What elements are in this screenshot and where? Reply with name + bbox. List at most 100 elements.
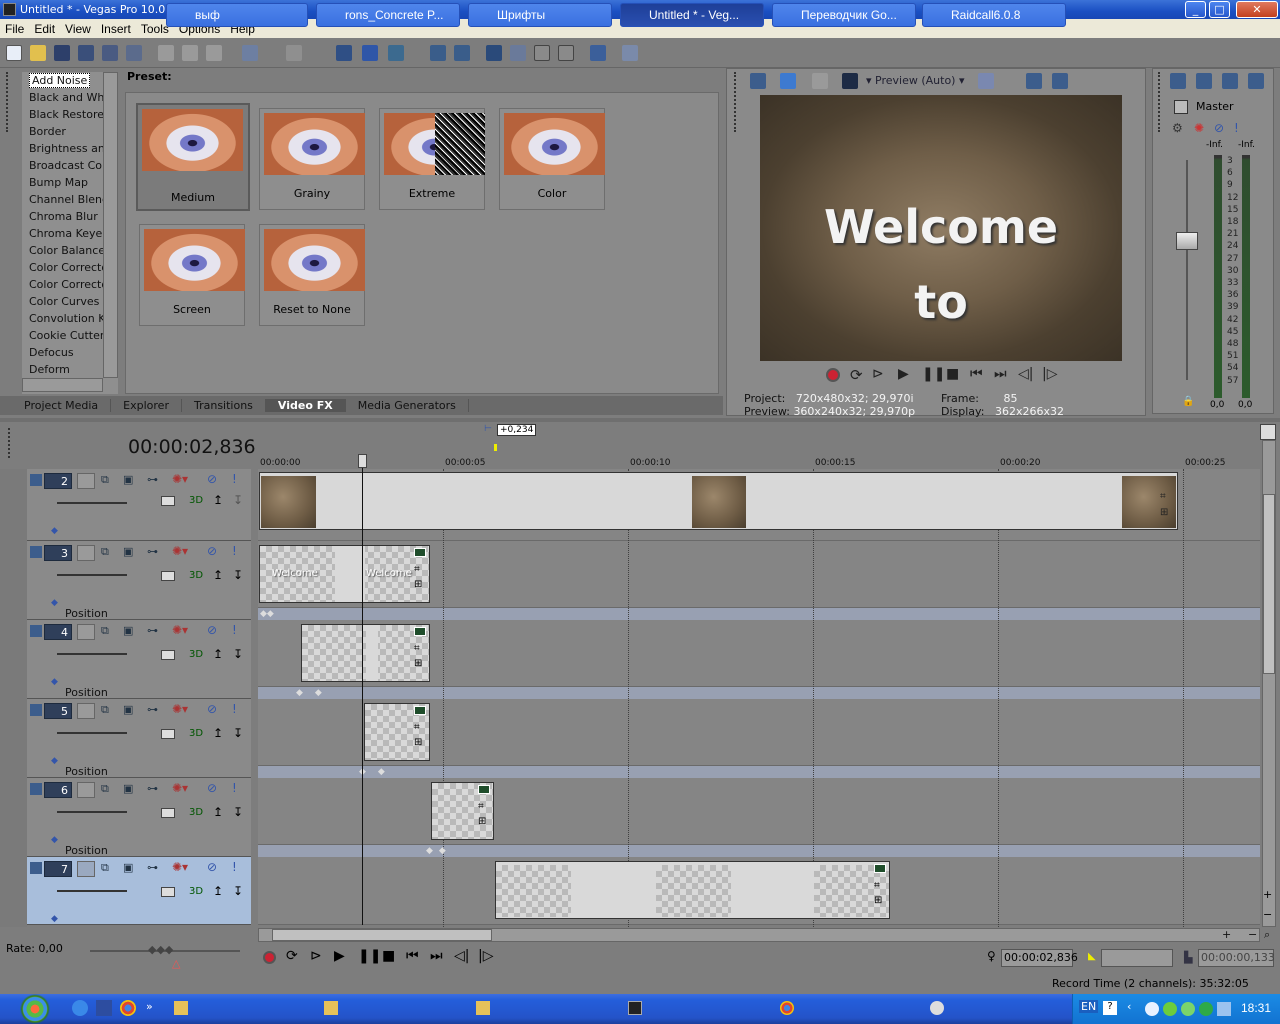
desktop-quicklaunch-icon[interactable] (96, 1000, 112, 1016)
expand-keyframes-icon[interactable]: ◆ (51, 526, 58, 536)
menu-edit[interactable]: Edit (29, 22, 60, 36)
split-screen-icon[interactable] (812, 73, 828, 89)
save-as-icon[interactable] (78, 45, 94, 61)
event-fx-icon[interactable]: ⊞ (414, 658, 422, 669)
taskbar-button-translator[interactable]: Переводчик Go... (772, 3, 916, 27)
zoom-out-horizontal-icon[interactable]: − (1248, 928, 1257, 941)
cursor-handle[interactable] (358, 454, 367, 468)
preview-quality-dropdown[interactable]: ▾ Preview (Auto) ▾ (866, 74, 965, 87)
keyframe-icon[interactable]: ◆◆ (260, 609, 274, 619)
next-frame-icon[interactable]: |▷ (1042, 366, 1057, 382)
make-compositing-parent-icon[interactable]: ↥ (213, 805, 223, 819)
marker-bar-toggle-icon[interactable] (1260, 424, 1276, 440)
make-compositing-parent-icon[interactable]: ↥ (213, 493, 223, 507)
generated-media-icon[interactable] (874, 864, 886, 873)
parent-overlay-icon[interactable]: ⊶ (147, 473, 158, 486)
level-slider[interactable] (57, 726, 127, 734)
level-slider[interactable] (57, 647, 127, 655)
tab-video-fx[interactable]: Video FX (265, 399, 346, 412)
parent-overlay-icon[interactable]: ⊶ (147, 545, 158, 558)
preset-color[interactable]: Color (499, 108, 605, 210)
selection-start-field[interactable] (1101, 949, 1173, 967)
help-icon[interactable] (622, 45, 638, 61)
level-slider[interactable] (57, 496, 127, 504)
record-icon[interactable] (826, 368, 840, 382)
track-fx-icon[interactable]: ✺▾ (172, 544, 188, 558)
go-to-start-icon[interactable]: ⏮ (406, 948, 419, 964)
ie-quicklaunch-icon[interactable] (72, 1000, 88, 1016)
mute-icon[interactable]: ⊘ (207, 544, 217, 558)
preview-quality-icon[interactable] (842, 73, 858, 89)
go-to-end-icon[interactable]: ⏭ (994, 366, 1007, 382)
go-to-start-icon[interactable]: ⏮ (970, 366, 983, 382)
previous-frame-icon[interactable]: ◁| (1018, 366, 1033, 382)
composite-mode-icon[interactable]: ▣ (123, 703, 133, 716)
composite-mode-icon[interactable]: ▣ (123, 861, 133, 874)
text-clip[interactable]: ⌗ ⊞ (364, 703, 430, 761)
master-lock-icon[interactable]: 🔒 (1182, 396, 1194, 407)
preset-medium[interactable]: Medium (136, 103, 250, 211)
level-slider-handle[interactable] (161, 808, 175, 818)
3d-icon[interactable]: 3D (189, 495, 203, 506)
zoom-in-vertical-icon[interactable]: + (1263, 888, 1272, 901)
generated-media-icon[interactable] (414, 706, 426, 715)
loop-playback-icon[interactable]: ⟳ (850, 366, 863, 384)
3d-icon[interactable]: 3D (189, 570, 203, 581)
track-name-field[interactable] (77, 473, 95, 489)
minimize-button[interactable]: _ (1185, 1, 1206, 18)
event-fx-icon[interactable]: ⊞ (1160, 507, 1168, 518)
envelope-lane[interactable] (258, 845, 1260, 857)
make-compositing-parent-icon[interactable]: ↥ (213, 568, 223, 582)
track-minimize-icon[interactable] (30, 862, 42, 874)
selection-length-field[interactable]: 00:00:00,133 (1198, 949, 1275, 967)
lock-envelopes-icon[interactable] (430, 45, 446, 61)
timeline-hscroll-thumb[interactable] (272, 929, 492, 941)
master-mute-icon[interactable]: ⊘ (1214, 121, 1224, 135)
composite-mode-icon[interactable]: ▣ (123, 545, 133, 558)
go-to-end-icon[interactable]: ⏭ (430, 948, 443, 964)
security-tray-icon[interactable] (1199, 1002, 1213, 1016)
solo-icon[interactable]: ! (232, 702, 237, 716)
expand-keyframes-icon[interactable]: ◆ (51, 756, 58, 766)
keyframe-icon[interactable]: ◆◆ (426, 846, 452, 856)
level-slider-handle[interactable] (161, 650, 175, 660)
3d-icon[interactable]: 3D (189, 886, 203, 897)
ripple-edit-icon[interactable] (388, 45, 404, 61)
solo-icon[interactable]: ! (232, 544, 237, 558)
make-compositing-child-icon[interactable]: ↧ (233, 805, 243, 819)
track-header[interactable]: 2 ⧉ ▣ ⊶ ✺▾ ⊘ ! 3D ↥ ↧ ◆ (27, 469, 251, 541)
parent-overlay-icon[interactable]: ⊶ (147, 861, 158, 874)
3d-icon[interactable]: 3D (189, 649, 203, 660)
track-header-selected[interactable]: 7 ⧉ ▣ ⊶ ✺▾ ⊘ ! 3D ↥ ↧ ◆ (27, 857, 251, 925)
normal-edit-tool-icon[interactable] (486, 45, 502, 61)
master-solo-icon[interactable]: ! (1234, 121, 1239, 135)
track-minimize-icon[interactable] (30, 546, 42, 558)
make-compositing-parent-icon[interactable]: ↥ (213, 884, 223, 898)
dock-grip-icon[interactable] (6, 72, 10, 132)
preset-reset-to-none[interactable]: Reset to None (259, 224, 365, 326)
selection-tool-icon[interactable] (534, 45, 550, 61)
tray-expand-icon[interactable]: ‹ (1127, 1000, 1131, 1013)
previous-frame-icon[interactable]: ◁| (454, 948, 469, 964)
envelope-tool-icon[interactable] (510, 45, 526, 61)
expand-keyframes-icon[interactable]: ◆ (51, 598, 58, 608)
solo-icon[interactable]: ! (232, 472, 237, 486)
track-motion-icon[interactable]: ⧉ (101, 545, 109, 559)
expand-keyframes-icon[interactable]: ◆ (51, 677, 58, 687)
mute-icon[interactable]: ⊘ (207, 860, 217, 874)
mute-icon[interactable]: ⊘ (207, 472, 217, 486)
workspace-splitter[interactable] (0, 418, 1280, 422)
maximize-button[interactable]: □ (1209, 1, 1230, 18)
stop-icon[interactable]: ■ (946, 366, 959, 382)
start-button[interactable] (0, 994, 60, 1024)
master-fader-handle[interactable] (1176, 232, 1198, 250)
new-icon[interactable] (6, 45, 22, 61)
menu-view[interactable]: View (60, 22, 96, 36)
tab-project-media[interactable]: Project Media (12, 399, 112, 412)
preview-grip-icon[interactable] (734, 72, 738, 132)
composite-mode-icon[interactable]: ▣ (123, 782, 133, 795)
taskbar-button-folder-concrete[interactable]: rons_Concrete P... (316, 3, 460, 27)
loop-playback-icon[interactable]: ⟳ (286, 948, 298, 964)
timeline-vscroll-thumb[interactable] (1263, 494, 1275, 674)
track-header[interactable]: 4 ⧉ ▣ ⊶ ✺▾ ⊘ ! 3D ↥ ↧ ◆ Position (27, 620, 251, 699)
